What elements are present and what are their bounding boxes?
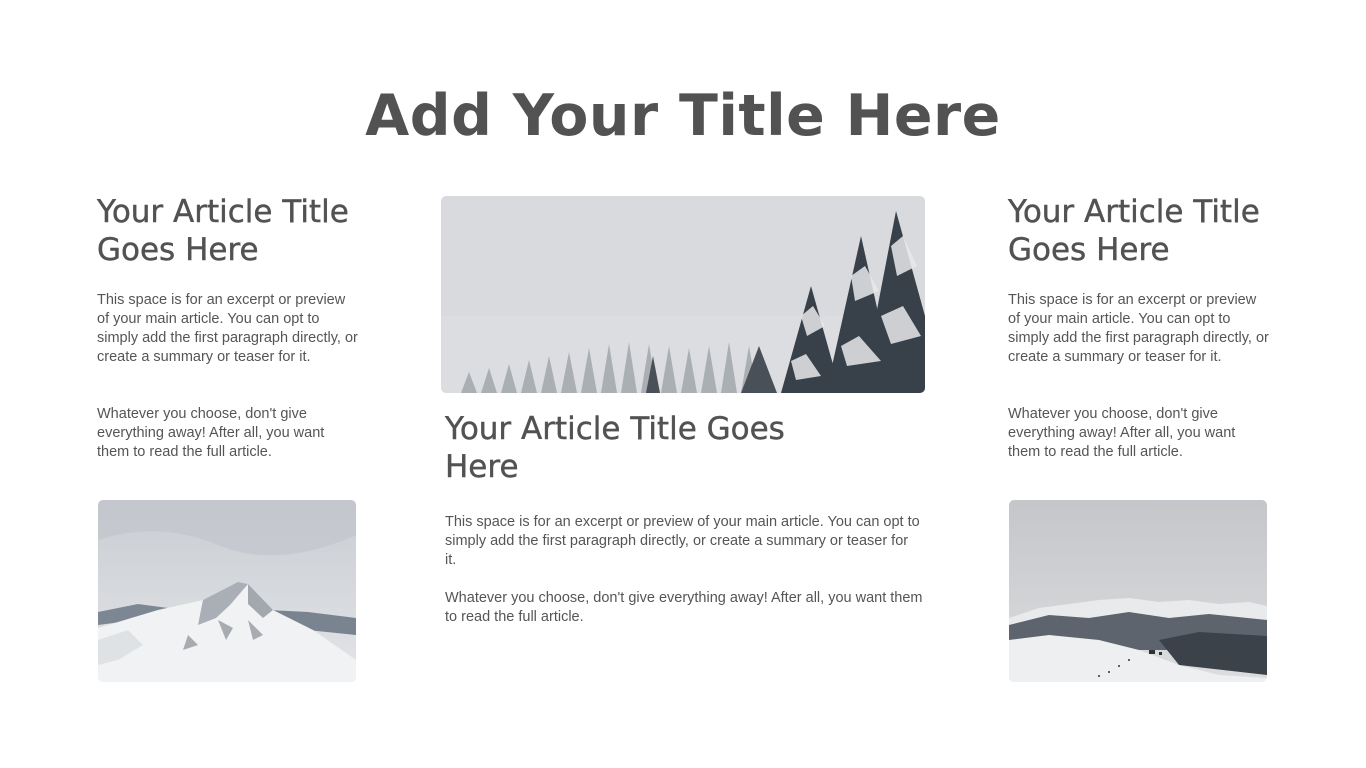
snowy-mountain-range-image — [1009, 500, 1267, 682]
right-article-excerpt: This space is for an excerpt or preview … — [1008, 292, 1269, 365]
snowy-pine-forest-image — [441, 196, 925, 393]
center-article-title[interactable]: Your Article Title Goes Here — [445, 410, 805, 486]
page-title: Add Your Title Here — [365, 83, 1001, 149]
left-article-title[interactable]: Your Article Title Goes Here — [97, 193, 387, 269]
left-article-excerpt: This space is for an excerpt or preview … — [97, 292, 358, 365]
center-article-image[interactable] — [441, 196, 925, 393]
snowy-mountain-peak-image — [98, 500, 356, 682]
right-article-teaser: Whatever you choose, don't give everythi… — [1008, 406, 1236, 460]
right-article-title[interactable]: Your Article Title Goes Here — [1008, 193, 1298, 269]
left-article-image[interactable] — [98, 500, 356, 682]
center-article-excerpt: This space is for an excerpt or preview … — [445, 514, 920, 568]
center-article-teaser: Whatever you choose, don't give everythi… — [445, 590, 923, 625]
left-article-teaser: Whatever you choose, don't give everythi… — [97, 406, 325, 460]
right-article-image[interactable] — [1009, 500, 1267, 682]
